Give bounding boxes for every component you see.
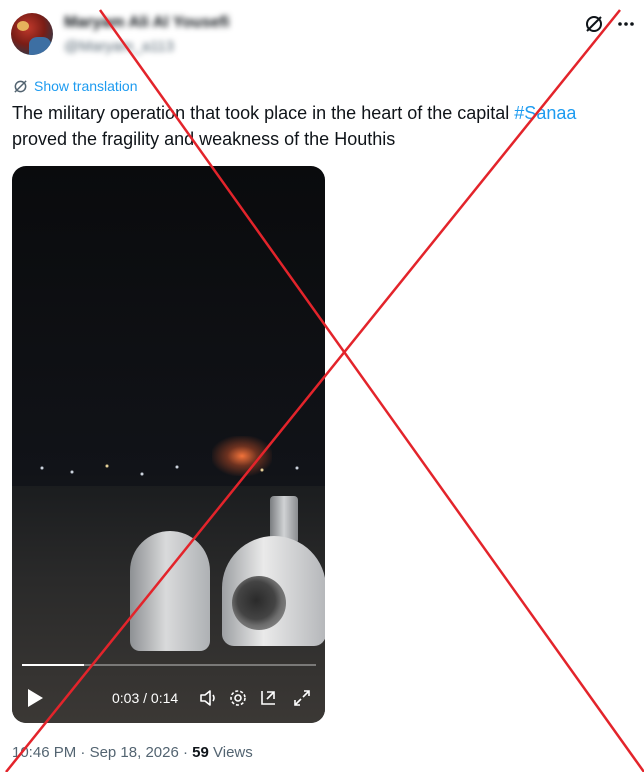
tweet-date[interactable]: Sep 18, 2026 bbox=[90, 744, 179, 761]
tweet-time[interactable]: 10:46 PM bbox=[12, 744, 76, 761]
user-handle[interactable]: @Maryam_a113 bbox=[64, 38, 174, 55]
settings-icon[interactable] bbox=[228, 688, 248, 708]
pip-icon[interactable] bbox=[258, 688, 278, 708]
video-time: 0:03 / 0:14 bbox=[112, 690, 179, 706]
show-translation-label: Show translation bbox=[34, 78, 138, 94]
views-count: 59 bbox=[192, 744, 209, 761]
video-tank-opening bbox=[232, 576, 286, 630]
display-name[interactable]: Maryam Ali Al Yousefi bbox=[64, 14, 229, 32]
tweet-metadata: 10:46 PM · Sep 18, 2026 · 59 Views bbox=[12, 744, 253, 761]
play-icon[interactable] bbox=[26, 688, 44, 708]
fullscreen-icon[interactable] bbox=[292, 688, 312, 708]
video-player[interactable]: 0:03 / 0:14 bbox=[12, 166, 325, 723]
video-city-lights bbox=[12, 458, 325, 488]
avatar-figure bbox=[29, 37, 51, 55]
translate-icon bbox=[14, 79, 27, 93]
meta-separator: · bbox=[182, 744, 188, 761]
hashtag-link[interactable]: #Sanaa bbox=[514, 103, 576, 123]
tweet-text: The military operation that took place i… bbox=[12, 100, 632, 152]
show-translation-link[interactable]: Show translation bbox=[13, 77, 138, 95]
video-progress-fill bbox=[22, 664, 84, 666]
tweet-text-after: proved the fragility and weakness of the… bbox=[12, 129, 396, 149]
meta-separator: · bbox=[80, 744, 86, 761]
avatar[interactable] bbox=[11, 13, 53, 55]
volume-icon[interactable] bbox=[198, 688, 218, 708]
video-controls: 0:03 / 0:14 bbox=[12, 676, 325, 720]
video-water-tank bbox=[130, 531, 210, 651]
tweet-text-before: The military operation that took place i… bbox=[12, 103, 515, 123]
avatar-detail bbox=[17, 21, 29, 31]
video-progress-bar[interactable] bbox=[22, 664, 316, 666]
grok-icon[interactable] bbox=[584, 14, 604, 34]
views-label: Views bbox=[213, 744, 253, 761]
more-icon[interactable] bbox=[616, 14, 636, 34]
video-water-tank bbox=[222, 536, 325, 646]
